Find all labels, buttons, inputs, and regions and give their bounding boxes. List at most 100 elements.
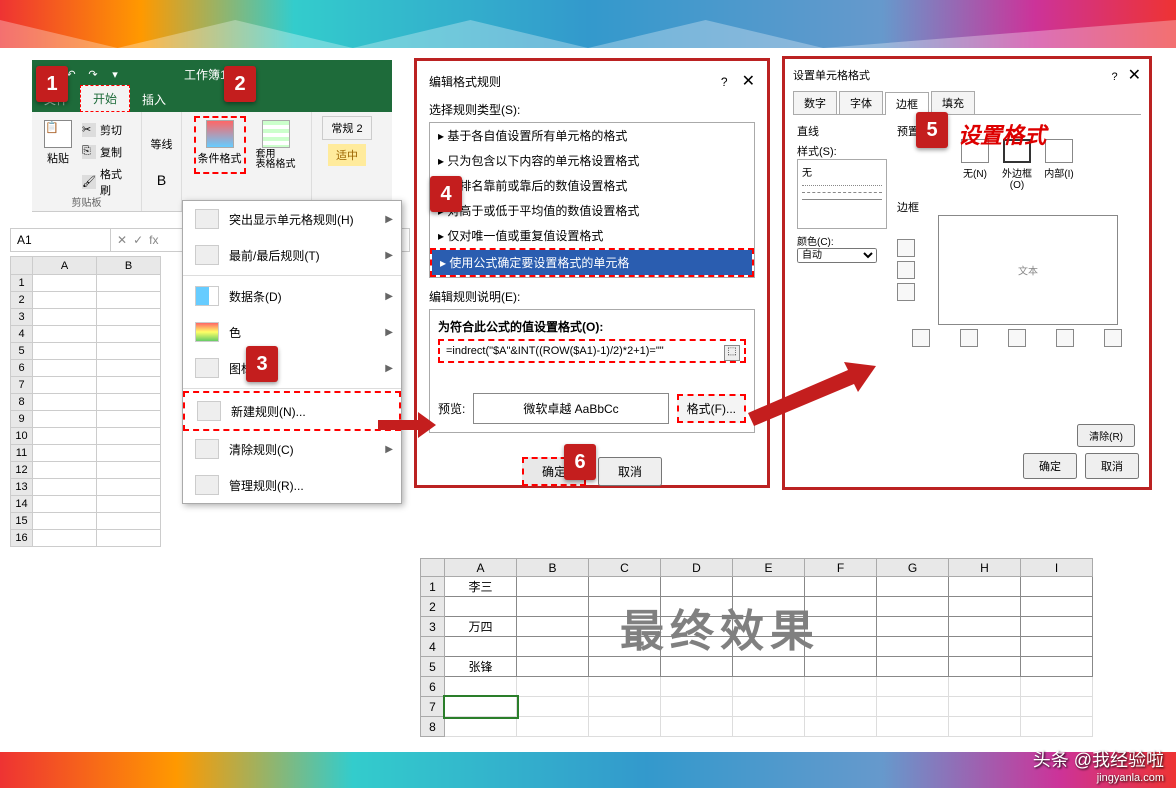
name-box[interactable]: A1 (11, 229, 111, 251)
border-bottom-btn[interactable] (897, 283, 915, 301)
col-I[interactable]: I (1021, 559, 1093, 577)
rt-label: 基于各自值设置所有单元格的格式 (447, 129, 627, 143)
rule-type-1[interactable]: ▸ 只为包含以下内容的单元格设置格式 (430, 148, 754, 173)
menu-highlight-rules[interactable]: 突出显示单元格规则(H)▶ (183, 201, 401, 237)
col-A[interactable]: A (445, 559, 517, 577)
table-format-button[interactable]: 套用 表格格式 (252, 116, 300, 174)
menu-top-rules[interactable]: 最前/最后规则(T)▶ (183, 237, 401, 273)
row-6[interactable]: 6 (11, 360, 33, 377)
tab-insert[interactable]: 插入 (130, 87, 178, 112)
row-6[interactable]: 6 (421, 677, 445, 697)
col-C[interactable]: C (589, 559, 661, 577)
row-2[interactable]: 2 (421, 597, 445, 617)
redo-icon[interactable]: ↷ (84, 65, 102, 83)
row-7[interactable]: 7 (11, 377, 33, 394)
row-4[interactable]: 4 (421, 637, 445, 657)
chevron-right-icon: ▶ (385, 250, 393, 261)
color-label: 颜色(C): (797, 233, 834, 248)
border-top-btn[interactable] (897, 239, 915, 257)
cancel-button[interactable]: 取消 (598, 457, 662, 486)
menu-icon-sets[interactable]: 图标集(I)▶ (183, 350, 401, 386)
border-vmid-btn[interactable] (1008, 329, 1026, 347)
row-4[interactable]: 4 (11, 326, 33, 343)
rule-type-2[interactable]: ▸ 对排名靠前或靠后的数值设置格式 (430, 173, 754, 198)
formula-input[interactable]: =indrect("$A"&INT((ROW($A1)-1)/2)*2+1)="… (438, 339, 746, 363)
qat-more-icon[interactable]: ▾ (106, 65, 124, 83)
rule-type-0[interactable]: ▸ 基于各自值设置所有单元格的格式 (430, 123, 754, 148)
border-left-btn[interactable] (960, 329, 978, 347)
row-2[interactable]: 2 (11, 292, 33, 309)
row-10[interactable]: 10 (11, 428, 33, 445)
row-9[interactable]: 9 (11, 411, 33, 428)
row-5[interactable]: 5 (421, 657, 445, 677)
range-picker-icon[interactable]: ⬚ (724, 345, 740, 361)
row-3[interactable]: 3 (421, 617, 445, 637)
menu-clear-rules[interactable]: 清除规则(C)▶ (183, 431, 401, 467)
help-icon[interactable]: ? (721, 75, 728, 89)
col-H[interactable]: H (949, 559, 1021, 577)
row-16[interactable]: 16 (11, 530, 33, 547)
menu-data-bars[interactable]: 数据条(D)▶ (183, 278, 401, 314)
help-icon[interactable]: ? (1111, 71, 1117, 83)
conditional-format-button[interactable]: 条件格式 (194, 116, 246, 174)
row-12[interactable]: 12 (11, 462, 33, 479)
cancel-formula-icon[interactable]: ✕ (117, 233, 127, 247)
tab-font[interactable]: 字体 (839, 91, 883, 114)
menu-manage-rules[interactable]: 管理规则(R)... (183, 467, 401, 503)
style-normal[interactable]: 常规 2 (322, 116, 371, 140)
fx-icon[interactable]: fx (149, 233, 158, 247)
cut-button[interactable]: ✂剪切 (80, 120, 133, 140)
enter-formula-icon[interactable]: ✓ (133, 233, 143, 247)
rule-type-4[interactable]: ▸ 仅对唯一值或重复值设置格式 (430, 223, 754, 248)
ok-button[interactable]: 确定 (1023, 453, 1077, 479)
col-F[interactable]: F (805, 559, 877, 577)
row-1[interactable]: 1 (421, 577, 445, 597)
row-5[interactable]: 5 (11, 343, 33, 360)
row-7[interactable]: 7 (421, 697, 445, 717)
col-B[interactable]: B (97, 257, 161, 275)
tab-home[interactable]: 开始 (80, 85, 130, 112)
row-3[interactable]: 3 (11, 309, 33, 326)
cell[interactable]: 万四 (445, 617, 517, 637)
rule-type-5[interactable]: ▸ 使用公式确定要设置格式的单元格 (432, 250, 752, 275)
copy-button[interactable]: ⎘复制 (80, 142, 133, 162)
cell[interactable]: 张锋 (445, 657, 517, 677)
rule-type-list[interactable]: ▸ 基于各自值设置所有单元格的格式 ▸ 只为包含以下内容的单元格设置格式 ▸ 对… (429, 122, 755, 278)
close-icon[interactable]: ✕ (1128, 67, 1141, 84)
border-diag2-btn[interactable] (1104, 329, 1122, 347)
row-15[interactable]: 15 (11, 513, 33, 530)
row-8[interactable]: 8 (11, 394, 33, 411)
col-D[interactable]: D (661, 559, 733, 577)
line-style-list[interactable]: 无 (797, 159, 887, 229)
border-diag1-btn[interactable] (912, 329, 930, 347)
border-preview: 文本 (938, 215, 1118, 325)
preset-inside[interactable]: 内部(I) (1043, 139, 1075, 191)
paste-button[interactable]: 📋 粘贴 (40, 116, 76, 200)
color-select[interactable]: 自动 (797, 248, 877, 263)
clear-button[interactable]: 清除(R) (1077, 424, 1135, 447)
border-right-btn[interactable] (1056, 329, 1074, 347)
row-14[interactable]: 14 (11, 496, 33, 513)
col-A[interactable]: A (33, 257, 97, 275)
menu-new-rule[interactable]: 新建规则(N)... (183, 391, 401, 431)
border-mid-btn[interactable] (897, 261, 915, 279)
tab-number[interactable]: 数字 (793, 91, 837, 114)
format-preview: 微软卓越 AaBbCc (473, 393, 668, 424)
row-11[interactable]: 11 (11, 445, 33, 462)
cancel-button[interactable]: 取消 (1085, 453, 1139, 479)
col-G[interactable]: G (877, 559, 949, 577)
style-good[interactable]: 适中 (328, 144, 366, 166)
col-E[interactable]: E (733, 559, 805, 577)
format-button[interactable]: 格式(F)... (677, 394, 746, 423)
line-none[interactable]: 无 (802, 164, 882, 179)
row-1[interactable]: 1 (11, 275, 33, 292)
rt-label: 对排名靠前或靠后的数值设置格式 (447, 179, 627, 193)
cell[interactable]: 李三 (445, 577, 517, 597)
row-13[interactable]: 13 (11, 479, 33, 496)
col-B[interactable]: B (517, 559, 589, 577)
close-icon[interactable]: ✕ (742, 73, 755, 90)
rule-type-3[interactable]: ▸ 对高于或低于平均值的数值设置格式 (430, 198, 754, 223)
menu-color-scales[interactable]: 色▶ (183, 314, 401, 350)
tab-fill[interactable]: 填充 (931, 91, 975, 114)
row-8[interactable]: 8 (421, 717, 445, 737)
